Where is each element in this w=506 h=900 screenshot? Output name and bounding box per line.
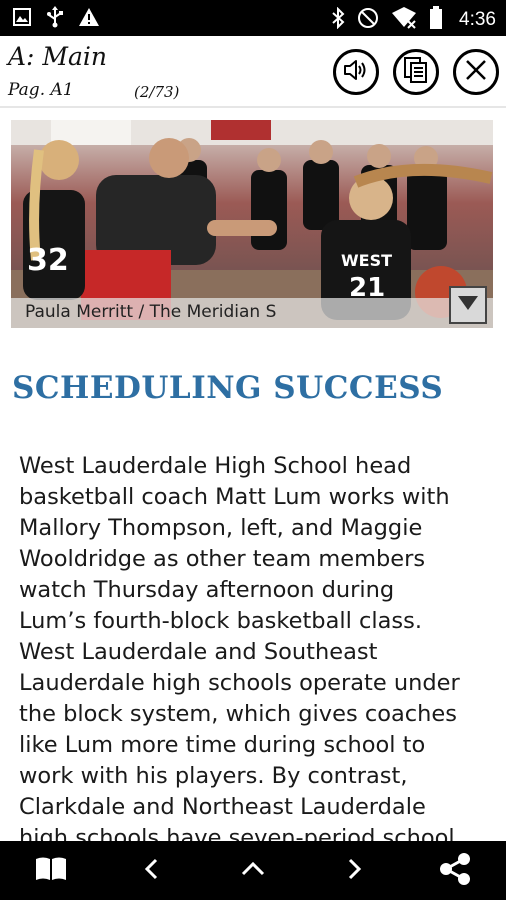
reader-header: A: Main Pag. A1 (2/73) [0, 36, 506, 108]
share-icon [438, 852, 472, 890]
chevron-up-icon [240, 859, 266, 883]
jersey-text: WEST [341, 251, 392, 270]
previous-page-button[interactable] [134, 853, 170, 889]
body-line: like Lum more time during school to [19, 732, 426, 758]
warning-icon [78, 7, 100, 31]
body-line: West Lauderdale and Southeast [19, 639, 378, 665]
bluetooth-icon [331, 6, 345, 33]
status-bar: 4:36 [0, 0, 506, 36]
body-line: the block system, which gives coaches [19, 701, 457, 727]
do-not-disturb-icon [357, 7, 379, 33]
pages-button[interactable] [393, 49, 439, 95]
chevron-left-icon [142, 857, 162, 885]
triangle-down-icon [456, 293, 480, 317]
usb-icon [46, 6, 64, 32]
page-label: Pag. A1 [8, 80, 74, 100]
pages-icon [403, 56, 429, 88]
body-line: Clarkdale and Northeast Lauderdale [19, 794, 426, 820]
body-line: basketball coach Matt Lum works with [19, 484, 450, 510]
section-title: A: Main [8, 42, 108, 71]
jersey-number-left: 32 [27, 243, 69, 278]
next-page-button[interactable] [336, 853, 372, 889]
image-icon [12, 7, 32, 31]
article-body: West Lauderdale High School head basketb… [19, 451, 489, 841]
chevron-right-icon [344, 857, 364, 885]
close-icon [464, 58, 488, 86]
article-photo[interactable]: 32 WEST 21 Paula Merritt / The Meridian … [11, 120, 493, 328]
book-icon [34, 855, 68, 887]
body-line: Mallory Thompson, left, and Maggie [19, 515, 423, 541]
expand-caption-button[interactable] [449, 286, 487, 324]
body-line: West Lauderdale High School head [19, 453, 412, 479]
bottom-nav-bar [0, 841, 506, 900]
speaker-icon [343, 59, 369, 85]
up-button[interactable] [235, 853, 271, 889]
body-line: Wooldridge as other team members [19, 546, 426, 572]
photo-image: 32 WEST 21 [11, 120, 493, 328]
book-button[interactable] [33, 853, 69, 889]
close-button[interactable] [453, 49, 499, 95]
wifi-icon [391, 7, 417, 33]
body-line: Lum’s fourth-block basketball class. [19, 608, 423, 634]
page-count: (2/73) [134, 83, 180, 101]
photo-caption: Paula Merritt / The Meridian S [25, 302, 277, 322]
body-line: high schools have seven-period school [19, 825, 455, 841]
read-aloud-button[interactable] [333, 49, 379, 95]
body-line: Lauderdale high schools operate under [19, 670, 460, 696]
body-line: watch Thursday afternoon during [19, 577, 395, 603]
share-button[interactable] [437, 853, 473, 889]
battery-icon [429, 6, 443, 34]
caption-bar: Paula Merritt / The Meridian S [11, 298, 493, 328]
article-headline: SCHEDULING SUCCESS [12, 370, 444, 406]
status-time: 4:36 [459, 9, 496, 30]
body-line: work with his players. By contrast, [19, 763, 408, 789]
